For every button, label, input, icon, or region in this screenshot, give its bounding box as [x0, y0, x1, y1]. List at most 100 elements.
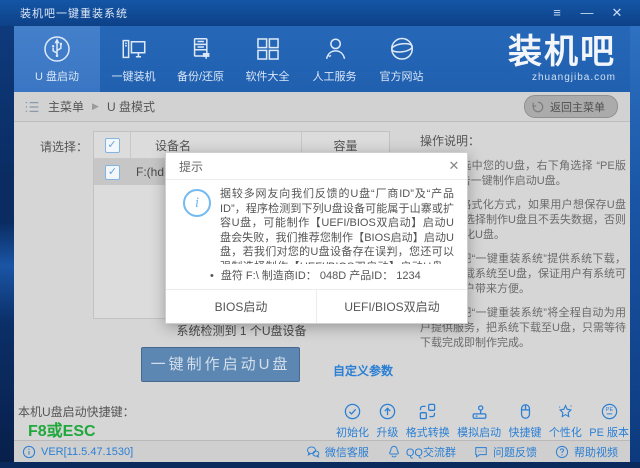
- custom-params-link[interactable]: 自定义参数: [333, 362, 393, 379]
- bios-boot-button[interactable]: BIOS启动: [166, 290, 317, 323]
- toolbar-label: 格式转换: [406, 424, 450, 440]
- joystick-icon: [470, 402, 489, 421]
- qq-icon: [387, 445, 401, 459]
- toolbar-label: 模拟启动: [457, 424, 501, 440]
- status-bar: VER[11.5.47.1530] 微信客服: [14, 440, 630, 462]
- toolbar-label: 初始化: [336, 424, 369, 440]
- person-icon: [321, 35, 349, 63]
- uefi-bios-dual-boot-button[interactable]: UEFI/BIOS双启动: [317, 290, 467, 323]
- warning-dialog: 提示 ✕ i 据较多网友向我们反馈的U盘“厂商ID”及“产品ID”，程序检测到下…: [165, 152, 468, 324]
- select-all-cell: ✓: [94, 132, 131, 158]
- minimize-icon[interactable]: —: [574, 3, 600, 23]
- window-left-border: [0, 26, 14, 462]
- return-main-menu-button[interactable]: 返回主菜单: [524, 95, 618, 118]
- qq-group-link[interactable]: QQ交流群: [387, 444, 456, 460]
- version-text: VER[11.5.47.1530]: [41, 446, 133, 458]
- toolbar-label: PE 版本: [589, 424, 629, 440]
- backup-server-icon: [187, 35, 215, 63]
- back-arrow-icon: [531, 100, 545, 114]
- svg-text:PE: PE: [605, 407, 613, 413]
- usb-icon: [43, 35, 71, 63]
- feedback-link[interactable]: 问题反馈: [474, 444, 537, 460]
- question-circle-icon: [555, 445, 569, 459]
- arrow-up-circle-icon: [378, 402, 397, 421]
- logo-title: 装机吧: [508, 34, 616, 70]
- globe-icon: [388, 35, 416, 63]
- select-all-checkbox[interactable]: ✓: [105, 138, 120, 153]
- menu-icon[interactable]: ≡: [544, 3, 570, 23]
- status-link-label: 微信客服: [325, 444, 369, 460]
- breadcrumb-main-menu[interactable]: 主菜单: [48, 98, 84, 115]
- app-window: 装机吧一键重装系统 ≡ — ✕ U 盘启动: [0, 0, 640, 468]
- version-info[interactable]: VER[11.5.47.1530]: [22, 445, 133, 459]
- breadcrumb-bar: 主菜单 ▶ U 盘模式 返回主菜单: [14, 92, 630, 122]
- bottom-toolbar: 初始化 升级 格式转换: [336, 402, 629, 440]
- device-checkbox[interactable]: ✓: [105, 165, 120, 180]
- toolbar-item-hotkeys[interactable]: 快捷键: [509, 402, 542, 440]
- logo-domain: zhuangjiba.com: [508, 72, 616, 83]
- instructions-title: 操作说明：: [420, 132, 626, 149]
- info-icon: i: [183, 189, 211, 217]
- close-icon[interactable]: ✕: [604, 3, 630, 23]
- toolbar-item-initialize[interactable]: 初始化: [336, 402, 369, 440]
- nav-label-service: 人工服务: [313, 68, 357, 84]
- info-circle-icon: [22, 445, 36, 459]
- return-main-menu-label: 返回主菜单: [550, 99, 605, 115]
- wechat-support-link[interactable]: 微信客服: [306, 444, 369, 460]
- nav-label-usb-boot: U 盘启动: [35, 68, 79, 84]
- detected-devices-text: 系统检测到 1 个U盘设备: [93, 322, 390, 339]
- toolbar-label: 快捷键: [509, 424, 542, 440]
- dialog-device-line: 盘符 F:\ 制造商ID： 048D 产品ID： 1234: [166, 264, 467, 289]
- make-boot-usb-button[interactable]: 一键制作启动U盘: [141, 347, 300, 382]
- list-icon[interactable]: [24, 99, 40, 115]
- window-bottom-border: [0, 462, 640, 468]
- status-link-label: 帮助视频: [574, 444, 618, 460]
- help-video-link[interactable]: 帮助视频: [555, 444, 618, 460]
- titlebar: 装机吧一键重装系统 ≡ — ✕: [0, 0, 640, 26]
- toolbar-item-upgrade[interactable]: 升级: [376, 402, 398, 440]
- mouse-icon: [516, 402, 535, 421]
- nav-item-service[interactable]: 人工服务: [301, 26, 368, 92]
- dialog-footer: BIOS启动 UEFI/BIOS双启动: [166, 289, 467, 323]
- dialog-title: 提示: [166, 158, 203, 175]
- dialog-body: i 据较多网友向我们反馈的U盘“厂商ID”及“产品ID”，程序检测到下列U盘设备…: [166, 180, 467, 264]
- toolbar-item-format-convert[interactable]: 格式转换: [406, 402, 450, 440]
- nav-label-website: 官方网站: [380, 68, 424, 84]
- format-convert-icon: [418, 402, 437, 421]
- nav-item-software[interactable]: 软件大全: [234, 26, 301, 92]
- nav-label-software: 软件大全: [246, 68, 290, 84]
- nav-item-usb-boot[interactable]: U 盘启动: [14, 26, 100, 92]
- chat-bubble-icon: [474, 445, 488, 459]
- window-title: 装机吧一键重装系统: [0, 5, 128, 21]
- status-link-label: 问题反馈: [493, 444, 537, 460]
- toolbar-item-pe-version[interactable]: PE PE 版本: [589, 402, 629, 440]
- chevron-right-icon: ▶: [92, 101, 99, 112]
- dialog-close-icon[interactable]: ✕: [441, 158, 467, 174]
- toolbar-label: 升级: [376, 424, 398, 440]
- dialog-message: 据较多网友向我们反馈的U盘“厂商ID”及“产品ID”，程序检测到下列U盘设备可能…: [220, 187, 454, 264]
- nav-item-website[interactable]: 官方网站: [368, 26, 435, 92]
- check-circle-icon: [343, 402, 362, 421]
- nav-label-one-key-install: 一键装机: [112, 68, 156, 84]
- row-check-cell: ✓: [94, 159, 131, 185]
- toolbar-item-personalize[interactable]: 个性化: [549, 402, 582, 440]
- computer-icon: [120, 35, 148, 63]
- pe-version-icon: PE: [600, 402, 619, 421]
- apps-grid-icon: [254, 35, 282, 63]
- toolbar-label: 个性化: [549, 424, 582, 440]
- select-label: 请选择：: [40, 138, 88, 155]
- status-links: 微信客服 QQ交流群: [306, 444, 618, 460]
- nav-label-backup-restore: 备份/还原: [177, 68, 224, 84]
- toolbar-item-simulate-boot[interactable]: 模拟启动: [457, 402, 501, 440]
- window-controls: ≡ — ✕: [544, 3, 640, 23]
- sparkle-icon: [556, 402, 575, 421]
- hotkey-value: F8或ESC: [28, 417, 96, 441]
- nav-item-one-key-install[interactable]: 一键装机: [100, 26, 167, 92]
- window-right-border: [630, 26, 640, 462]
- column-device-name: 设备名: [131, 137, 301, 154]
- breadcrumb-usb-mode: U 盘模式: [107, 98, 155, 115]
- wechat-icon: [306, 445, 320, 459]
- nav-item-backup-restore[interactable]: 备份/还原: [167, 26, 234, 92]
- dialog-header: 提示 ✕: [166, 153, 467, 180]
- main-navbar: U 盘启动 一键装机 备份/还原: [14, 26, 630, 92]
